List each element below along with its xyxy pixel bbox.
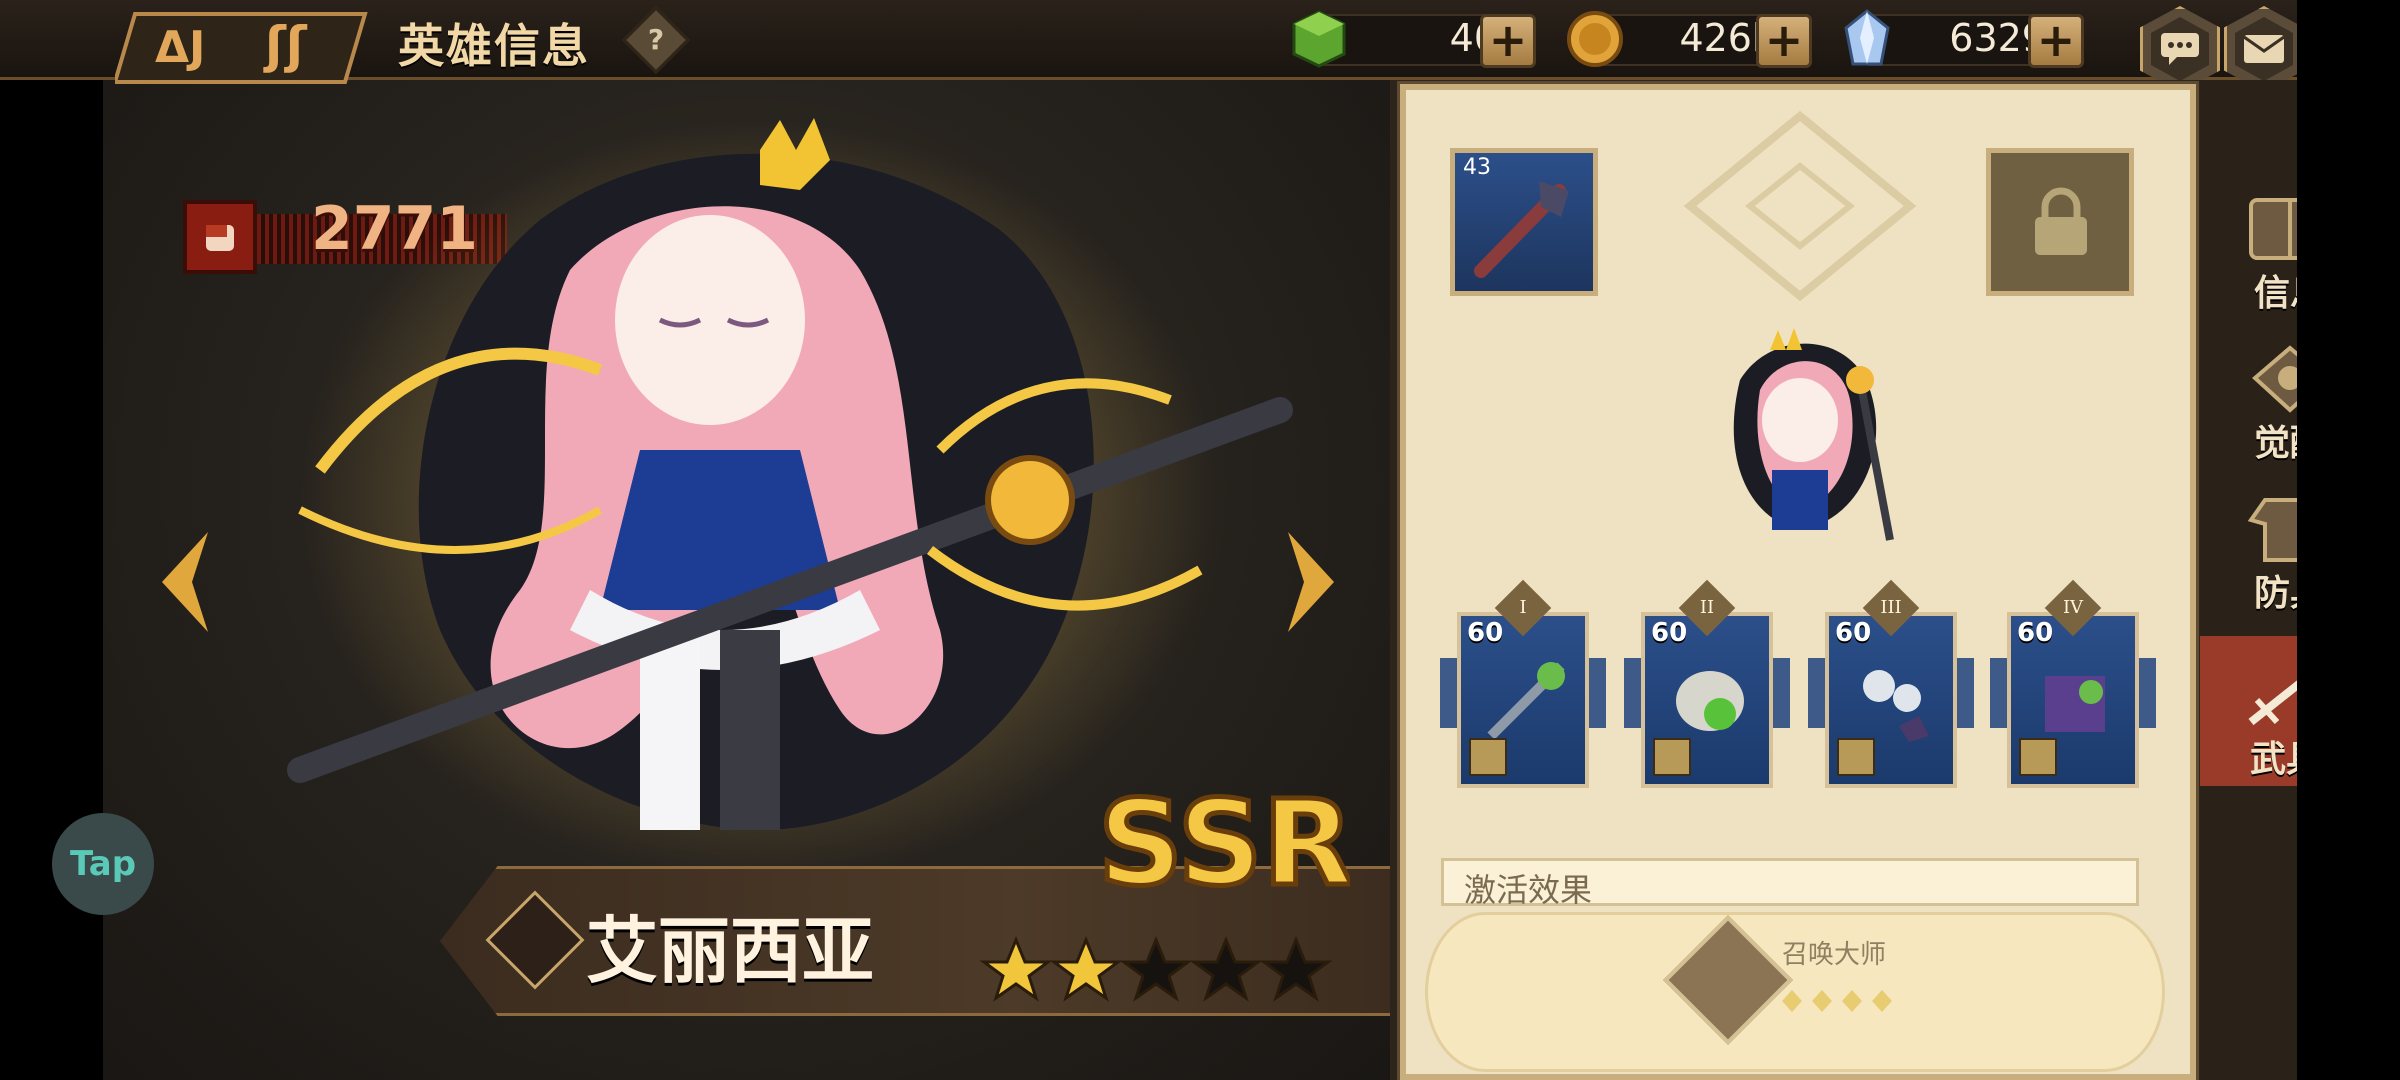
gear-slot-3[interactable]: 60 III xyxy=(1808,579,1974,788)
add-gold-button[interactable]: + xyxy=(1756,14,1812,68)
add-crystal-button[interactable]: + xyxy=(2028,14,2084,68)
weapon-slot[interactable]: 43 xyxy=(1450,148,1598,296)
star-icon xyxy=(1049,936,1123,1002)
slot-number-badge: IV xyxy=(2044,579,2102,637)
gear-card: 60 xyxy=(2007,612,2139,788)
weapon-icon xyxy=(1474,181,1569,278)
star-icon xyxy=(1259,936,1333,1002)
locked-slot[interactable] xyxy=(1986,148,2134,296)
slot-number: II xyxy=(1699,597,1715,618)
gear-slot-1[interactable]: 60 I xyxy=(1440,579,1606,788)
help-icon: ? xyxy=(647,23,665,56)
currency-crystal: 6329 + xyxy=(1836,8,2086,70)
star-rating xyxy=(980,936,1333,1002)
slot-number-badge: II xyxy=(1678,579,1736,637)
activation-effect-header: 激活效果 xyxy=(1441,858,2139,909)
page-title: 英雄信息 xyxy=(398,19,590,73)
slot-number: I xyxy=(1519,597,1527,618)
gear-icon xyxy=(1676,671,1744,731)
currency-green-cube: 40 + xyxy=(1288,8,1538,70)
gear-level: 60 xyxy=(1651,618,1688,648)
gear-card: 60 xyxy=(1641,612,1773,788)
mail-icon xyxy=(2235,17,2293,81)
lock-icon xyxy=(2035,187,2087,255)
tap-button[interactable]: Tap xyxy=(52,813,154,915)
star-icon xyxy=(1189,936,1263,1002)
activation-effect-label: 激活效果 xyxy=(1464,871,1593,909)
gear-level: 60 xyxy=(2017,618,2054,648)
slot-number: III xyxy=(1880,597,1902,618)
next-hero-arrow[interactable] xyxy=(1284,522,1344,642)
gear-level: 60 xyxy=(1835,618,1872,648)
add-green-cube-button[interactable]: + xyxy=(1480,14,1536,68)
summon-set-icon xyxy=(1837,738,1875,776)
currency-gold-coin: 426k + xyxy=(1564,8,1814,70)
rarity-text: SSR xyxy=(1098,774,1350,898)
star-icon xyxy=(1119,936,1193,1002)
slot-number: IV xyxy=(2062,597,2084,618)
previous-hero-arrow[interactable] xyxy=(152,522,212,642)
star-icon xyxy=(980,936,1053,1002)
panel-watermark-icon xyxy=(1683,110,1917,302)
gold-coin-icon xyxy=(1567,11,1623,67)
gear-slot-4[interactable]: 60 IV xyxy=(1990,579,2156,788)
svg-text:ΔJ: ΔJ xyxy=(155,22,205,73)
chat-icon xyxy=(2151,17,2209,81)
gear-icon xyxy=(1487,662,1565,740)
summon-set-icon xyxy=(2019,738,2057,776)
slot-number-badge: I xyxy=(1494,579,1552,637)
gear-icon xyxy=(2045,676,2105,732)
summon-set-icon xyxy=(1469,738,1507,776)
gear-slot-2[interactable]: 60 II xyxy=(1624,579,1790,788)
svg-text:ʃʃ: ʃʃ xyxy=(263,16,308,74)
set-progress-pips xyxy=(1782,990,1892,1012)
rarity-badge: SSR xyxy=(1096,772,1351,899)
gear-icon xyxy=(1863,670,1929,742)
hero-chibi-avatar xyxy=(1733,328,1894,541)
gear-card: 60 xyxy=(1457,612,1589,788)
slot-number-badge: III xyxy=(1862,579,1920,637)
gear-card: 60 xyxy=(1825,612,1957,788)
summon-set-icon xyxy=(1653,738,1691,776)
set-effect-name: 召唤大师 xyxy=(1782,940,1887,970)
crystal-icon xyxy=(1844,9,1890,66)
hero-name: 艾丽西亚 xyxy=(586,909,875,993)
letterbox-left xyxy=(0,0,103,1080)
gear-level: 60 xyxy=(1467,618,1504,648)
letterbox-right xyxy=(2297,0,2400,1080)
green-cube-icon xyxy=(1292,10,1346,68)
